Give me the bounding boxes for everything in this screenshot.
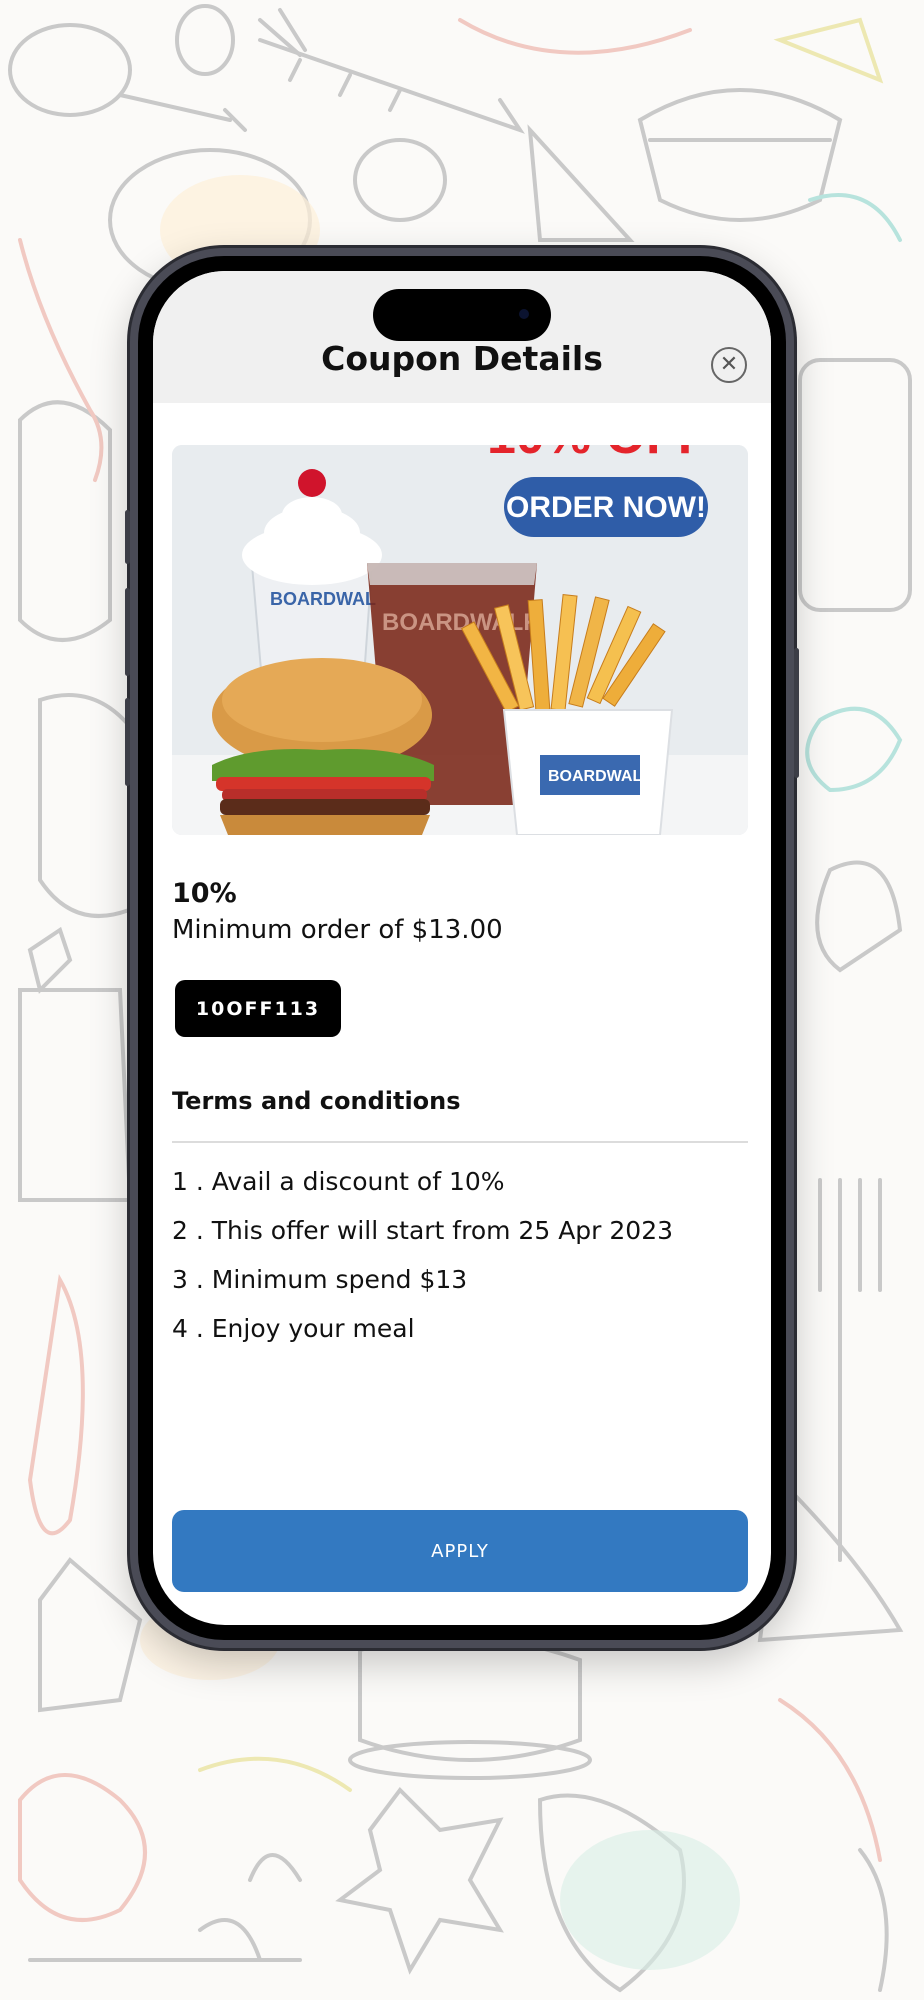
dynamic-island: [373, 289, 551, 341]
divider: [172, 1141, 748, 1143]
terms-heading: Terms and conditions: [172, 1087, 461, 1115]
discount-title: 10%: [172, 878, 237, 909]
terms-item: 1 . Avail a discount of 10%: [172, 1167, 505, 1196]
volume-down-button: [125, 698, 130, 786]
side-button: [125, 510, 130, 564]
terms-list: 1 . Avail a discount of 10% 2 . This off…: [172, 1165, 673, 1361]
volume-up-button: [125, 588, 130, 676]
page-title: Coupon Details: [321, 339, 603, 378]
terms-item: 3 . Minimum spend $13: [172, 1265, 468, 1294]
svg-text:BOARDWALK: BOARDWALK: [548, 768, 654, 785]
banner-headline: 10% OFF: [487, 445, 710, 465]
power-button: [794, 648, 799, 778]
apply-button-label: APPLY: [431, 1540, 489, 1562]
svg-text:BOARDWAL: BOARDWAL: [270, 589, 376, 609]
terms-item: 4 . Enjoy your meal: [172, 1314, 415, 1343]
coupon-code-label: 10OFF113: [195, 997, 321, 1020]
svg-text:BOARDWALK: BOARDWALK: [382, 609, 541, 636]
camera-dot: [519, 309, 529, 319]
close-button[interactable]: ✕: [711, 347, 747, 383]
promo-banner-image: BOARDWAL BOARDWALK BOARDWALK ORDER NOW!: [172, 445, 748, 835]
coupon-details-sheet: Coupon Details ✕ BOARDWAL BOARDWALK BOAR…: [153, 271, 771, 1625]
phone-bezel: Coupon Details ✕ BOARDWAL BOARDWALK BOAR…: [138, 256, 786, 1640]
close-icon: ✕: [719, 352, 739, 377]
minimum-order-text: Minimum order of $13.00: [172, 915, 503, 945]
phone-frame: Coupon Details ✕ BOARDWAL BOARDWALK BOAR…: [125, 248, 799, 1648]
banner-order-now-label: ORDER NOW!: [506, 491, 706, 524]
terms-item: 2 . This offer will start from 25 Apr 20…: [172, 1216, 674, 1245]
coupon-code-chip[interactable]: 10OFF113: [175, 980, 341, 1037]
apply-button[interactable]: APPLY: [172, 1510, 748, 1592]
